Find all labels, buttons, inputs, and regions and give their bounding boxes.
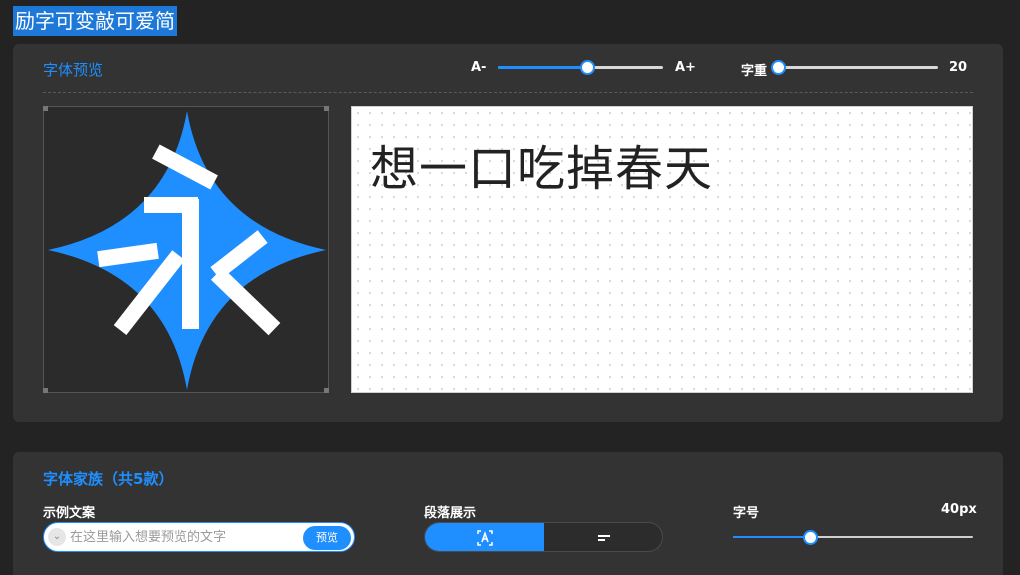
size-decrease-button[interactable]: A- [471, 60, 486, 75]
chevron-down-icon[interactable]: ⌄ [48, 528, 66, 546]
preview-canvas[interactable]: 想一口吃掉春天 [351, 106, 973, 393]
preview-text: 想一口吃掉春天 [370, 141, 714, 197]
resize-handle [43, 106, 48, 111]
glyph-star-icon [48, 111, 326, 390]
sample-text-field[interactable]: ⌄ 预览 [43, 522, 355, 552]
size-slider[interactable] [498, 60, 663, 75]
single-text-mode-button[interactable] [425, 523, 544, 551]
glyph-character: 永 [44, 398, 45, 399]
text-box-icon [476, 529, 493, 546]
sample-text-label: 示例文案 [43, 506, 96, 521]
size-increase-button[interactable]: A+ [675, 60, 696, 75]
page-title: 励字可变敲可爱简 [13, 6, 177, 36]
paragraph-mode-toggle[interactable] [424, 522, 663, 552]
weight-label: 字重 [741, 64, 768, 79]
sample-text-input[interactable] [70, 527, 290, 547]
font-size-slider-thumb[interactable] [802, 530, 818, 545]
font-family-panel: 字体家族（共5款） 示例文案 ⌄ 预览 段落展示 字号 40px [13, 452, 1003, 575]
resize-handle [324, 388, 329, 393]
font-size-slider[interactable] [733, 530, 973, 545]
weight-slider[interactable] [771, 60, 938, 75]
paragraph-lines-icon [597, 534, 610, 541]
resize-handle [324, 106, 329, 111]
resize-handle [43, 388, 48, 393]
font-size-value: 40px [941, 502, 977, 517]
weight-value: 20 [949, 60, 968, 75]
size-slider-fill [498, 66, 588, 69]
family-title: 字体家族（共5款） [43, 470, 174, 488]
glyph-showcase: 永 [43, 106, 329, 393]
font-size-label: 字号 [733, 506, 760, 521]
font-size-slider-fill [733, 536, 810, 538]
section-title: 字体预览 [43, 61, 104, 79]
paragraph-label: 段落展示 [424, 506, 477, 521]
paragraph-mode-button[interactable] [544, 523, 662, 551]
divider [43, 92, 973, 93]
preview-button[interactable]: 预览 [303, 526, 351, 550]
weight-slider-thumb[interactable] [771, 60, 786, 75]
size-slider-thumb[interactable] [580, 60, 596, 75]
font-preview-panel: 字体预览 A- A+ 字重 20 永 想一 [13, 44, 1003, 422]
